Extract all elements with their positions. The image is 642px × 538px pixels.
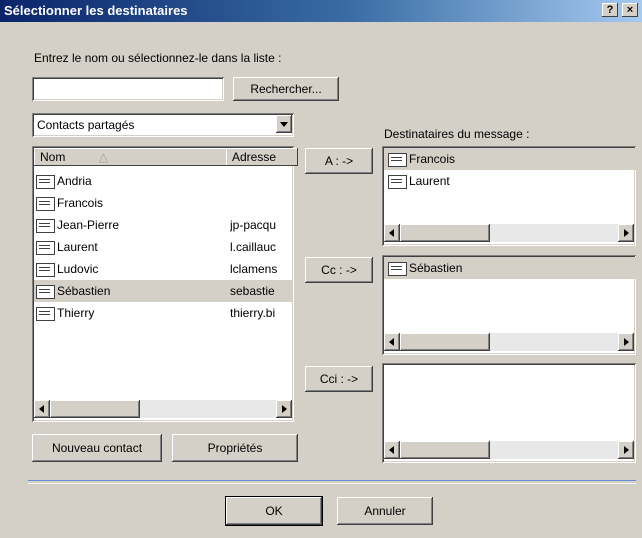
close-button[interactable]: × [622,3,638,17]
cc-recipients-list[interactable]: Sébastien [382,255,638,355]
search-button[interactable]: Rechercher... [233,77,339,101]
scroll-right-icon[interactable] [618,441,634,459]
to-hscrollbar[interactable] [384,224,634,242]
scroll-right-icon[interactable] [618,333,634,351]
recipient-item[interactable]: Laurent [384,170,638,192]
scroll-left-icon[interactable] [384,224,400,242]
to-recipients-list[interactable]: Francois Laurent [382,146,638,246]
ok-button-label: OK [265,504,283,518]
to-button[interactable]: A : -> [305,148,373,174]
contact-card-icon [36,262,55,277]
cancel-button[interactable]: Annuler [337,497,433,525]
separator [28,480,636,484]
bcc-hscrollbar[interactable] [384,441,634,459]
contact-card-icon [36,306,55,321]
contact-address: jp-pacqu [230,218,277,232]
bcc-button-label: Cci : -> [319,372,359,386]
contact-address: l.caillauc [230,240,277,254]
address-book-value: Contacts partagés [37,118,135,132]
to-button-label: A : -> [324,154,354,168]
list-item[interactable]: Laurent l.caillauc [34,236,292,258]
search-button-label: Rechercher... [250,82,322,96]
contact-name: Francois [57,196,104,210]
recipient-name: Sébastien [409,261,463,275]
recipient-name: Laurent [409,174,450,188]
properties-label: Propriétés [207,441,263,455]
properties-button[interactable]: Propriétés [172,434,298,462]
contact-card-icon [36,240,55,255]
contact-address: lclamens [230,262,278,276]
contacts-list[interactable]: Nom △ Adresse Andria Francois Jean-Pierre j… [32,146,298,422]
contact-name: Ludovic [57,262,99,276]
list-item[interactable]: Francois [34,192,292,214]
contact-address: thierry.bi [230,306,276,320]
dialog-window: Sélectionner les destinataires ? × Entre… [0,0,642,538]
contact-card-icon [388,152,407,167]
column-header-name-label: Nom [40,150,66,164]
help-button[interactable]: ? [602,3,618,17]
address-book-select[interactable]: Contacts partagés [32,113,294,137]
scroll-left-icon[interactable] [384,441,400,459]
scroll-left-icon[interactable] [384,333,400,351]
search-input[interactable] [32,77,224,101]
cc-hscrollbar[interactable] [384,333,634,351]
list-item[interactable]: Thierry thierry.bi [34,302,292,324]
contact-card-icon [36,218,55,233]
cc-button-label: Cc : -> [321,263,357,277]
contact-card-icon [36,174,55,189]
contact-card-icon [36,196,55,211]
new-contact-label: Nouveau contact [51,441,143,455]
scroll-thumb[interactable] [400,441,490,459]
column-header-name[interactable]: Nom △ [34,148,230,166]
ok-button[interactable]: OK [225,496,323,526]
list-item[interactable]: Andria [34,170,292,192]
scroll-right-icon[interactable] [618,224,634,242]
recipient-name: Francois [409,152,456,166]
contact-card-icon [36,284,55,299]
contact-name: Laurent [57,240,98,254]
contact-name: Sébastien [57,284,111,298]
list-item[interactable]: Jean-Pierre jp-pacqu [34,214,292,236]
bcc-recipients-list[interactable] [382,363,636,463]
chevron-down-icon[interactable] [276,115,292,133]
recipient-item[interactable]: Sébastien [384,257,638,279]
contacts-hscrollbar[interactable] [34,400,292,418]
new-contact-button[interactable]: Nouveau contact [32,434,162,462]
recipients-label: Destinataires du message : [384,127,530,141]
sort-arrow-icon: △ [98,150,108,164]
window-title: Sélectionner les destinataires [4,3,188,18]
title-bar[interactable]: Sélectionner les destinataires ? × [0,0,642,22]
scroll-left-icon[interactable] [34,400,50,418]
list-item[interactable]: Ludovic lclamens [34,258,292,280]
cancel-button-label: Annuler [364,504,406,518]
contact-card-icon [388,174,407,189]
contact-card-icon [388,261,407,276]
column-header-address[interactable]: Adresse [226,148,298,166]
scroll-thumb[interactable] [50,400,140,418]
search-label: Entrez le nom ou sélectionnez-le dans la… [34,51,282,65]
cc-button[interactable]: Cc : -> [305,257,373,283]
contact-name: Thierry [57,306,95,320]
contact-name: Andria [57,174,92,188]
recipient-item[interactable]: Francois [384,148,638,170]
bcc-button[interactable]: Cci : -> [305,366,373,392]
list-item[interactable]: Sébastien sebastie [34,280,292,302]
scroll-thumb[interactable] [400,224,490,242]
scroll-right-icon[interactable] [276,400,292,418]
contact-address: sebastie [230,284,275,298]
scroll-thumb[interactable] [400,333,490,351]
contact-name: Jean-Pierre [57,218,120,232]
